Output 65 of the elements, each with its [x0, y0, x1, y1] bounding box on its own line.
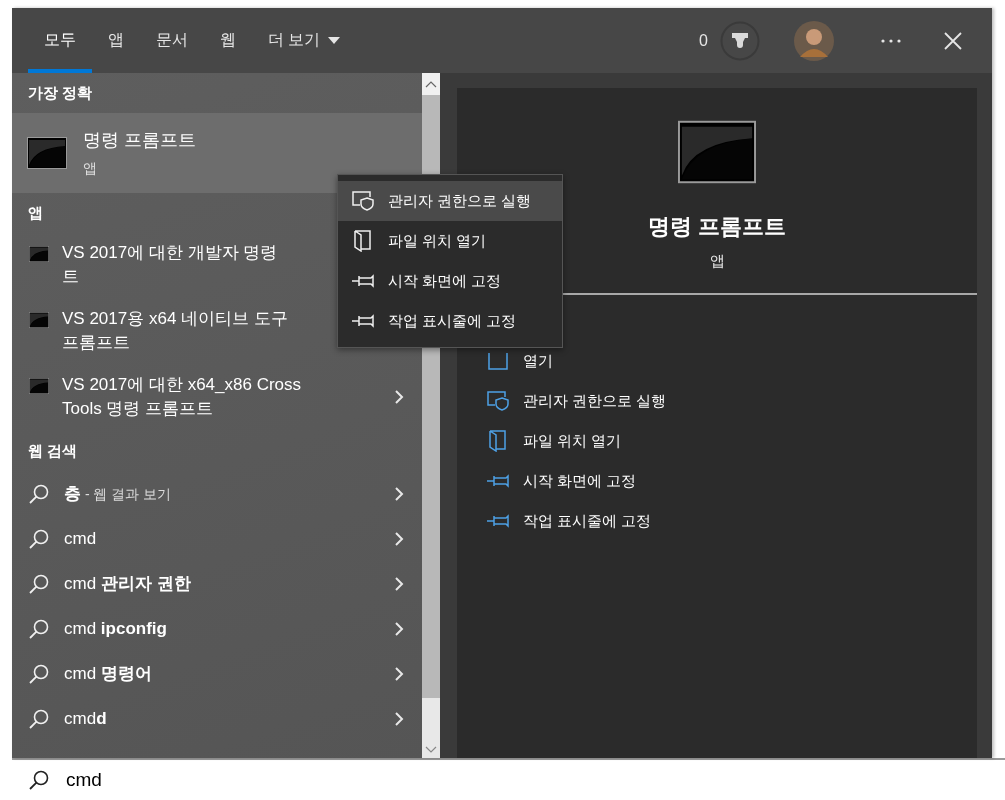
chevron-right-icon	[394, 620, 404, 637]
web-search-item[interactable]: cmd	[12, 516, 422, 561]
shield-window-icon	[352, 191, 374, 211]
menu-item[interactable]: 관리자 권한으로 실행	[338, 181, 562, 221]
chevron-right-icon	[394, 710, 404, 727]
search-icon	[28, 662, 50, 685]
search-icon	[28, 482, 50, 505]
terminal-icon	[678, 120, 756, 184]
preview-action[interactable]: 열기	[485, 341, 977, 381]
door-icon	[489, 430, 507, 452]
scroll-up-icon[interactable]	[425, 80, 437, 88]
preview-title: 명령 프롬프트	[647, 213, 787, 241]
terminal-icon	[28, 246, 50, 262]
search-icon	[28, 769, 50, 791]
section-heading: 앱	[27, 202, 43, 223]
section-heading: 가장 정확	[27, 82, 93, 103]
best-match-item[interactable]: 명령 프롬프트 앱	[12, 113, 422, 193]
pin-icon	[351, 273, 375, 289]
pin-icon	[486, 513, 510, 529]
tab[interactable]: 문서	[140, 8, 204, 73]
preview-action[interactable]: 작업 표시줄에 고정	[485, 501, 977, 541]
door-icon	[354, 230, 372, 252]
web-search-item[interactable]: cmd ipconfig	[12, 606, 422, 651]
preview-action[interactable]: 시작 화면에 고정	[485, 461, 977, 501]
web-search-item[interactable]: cmdd	[12, 696, 422, 741]
web-search-item[interactable]: 층 - 웹 결과 보기	[12, 471, 422, 516]
web-search-item[interactable]: cmd 명령어	[12, 651, 422, 696]
pin-icon	[351, 313, 375, 329]
preview-action[interactable]: 파일 위치 열기	[485, 421, 977, 461]
tab[interactable]: 앱	[92, 8, 140, 73]
menu-item[interactable]: 파일 위치 열기	[338, 221, 562, 261]
tab[interactable]: 웹	[204, 8, 252, 73]
result-title: 명령 프롬프트	[83, 129, 196, 152]
web-search-item[interactable]: cmd 관리자 권한	[12, 561, 422, 606]
search-field[interactable]: cmd	[64, 768, 468, 792]
terminal-icon	[28, 312, 50, 328]
caret-icon	[328, 36, 341, 45]
chevron-right-icon	[394, 575, 404, 592]
chevron-right-icon	[394, 665, 404, 682]
preview-type: 앱	[709, 252, 725, 271]
terminal-icon	[28, 378, 50, 394]
menu-item[interactable]: 시작 화면에 고정	[338, 261, 562, 301]
menu-item[interactable]: 작업 표시줄에 고정	[338, 301, 562, 341]
section-heading: 웹 검색	[27, 440, 78, 461]
more-icon[interactable]	[880, 37, 902, 44]
search-icon	[28, 707, 50, 730]
chevron-right-icon	[394, 485, 404, 502]
trophy-icon[interactable]	[720, 20, 760, 61]
preview-action[interactable]: 관리자 권한으로 실행	[485, 381, 977, 421]
tab[interactable]: 더 보기	[252, 8, 357, 73]
open-icon	[488, 352, 508, 370]
close-icon[interactable]	[944, 31, 962, 50]
scroll-down-icon[interactable]	[425, 746, 437, 754]
chevron-right-icon	[394, 389, 404, 405]
app-result-item[interactable]: VS 2017에 대한 x64_x86 Cross Tools 명령 프롬프트	[12, 365, 422, 431]
shield-window-icon	[487, 391, 509, 411]
points-count: 0	[699, 31, 708, 50]
search-icon	[28, 617, 50, 640]
terminal-icon	[27, 137, 67, 169]
chevron-right-icon	[394, 530, 404, 547]
result-type: 앱	[83, 160, 98, 178]
search-icon	[28, 527, 50, 550]
avatar-icon[interactable]	[794, 20, 834, 61]
pin-icon	[486, 473, 510, 489]
search-icon	[28, 572, 50, 595]
